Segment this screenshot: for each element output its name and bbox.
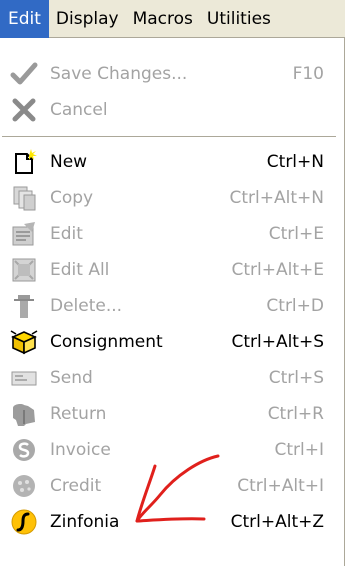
menu-item-shortcut: Ctrl+Alt+E [231,260,325,280]
menu-item-return[interactable]: Return Ctrl+R [0,396,338,432]
menu-item-shortcut: Ctrl+R [267,404,324,424]
menu-item-save-changes[interactable]: Save Changes... F10 [0,56,338,92]
menubar-edit[interactable]: Edit [0,0,49,38]
consignment-box-icon [10,328,38,356]
menu-item-delete[interactable]: Delete... Ctrl+D [0,288,338,324]
menu-item-label: Credit [50,476,102,496]
menu-item-shortcut: Ctrl+Alt+I [237,476,324,496]
menu-separator [2,136,336,138]
menu-item-label: Zinfonia [50,512,120,532]
menu-item-label: Copy [50,188,94,208]
menu-item-shortcut: Ctrl+Alt+N [229,188,324,208]
menu-item-label: Edit All [50,260,110,280]
menu-item-new[interactable]: New Ctrl+N [0,144,338,180]
menu-item-copy[interactable]: Copy Ctrl+Alt+N [0,180,338,216]
menu-item-shortcut: Ctrl+D [266,296,324,316]
menu-item-label: Edit [50,224,83,244]
menu-item-label: Delete... [50,296,123,316]
menu-item-credit[interactable]: Credit Ctrl+Alt+I [0,468,338,504]
credit-icon [10,472,38,500]
menu-item-shortcut: Ctrl+S [268,368,324,388]
menu-item-label: Save Changes... [50,64,188,84]
copy-icon [10,184,38,212]
menu-item-edit[interactable]: Edit Ctrl+E [0,216,338,252]
checkmark-icon [10,60,38,88]
edit-icon [10,220,38,248]
menu-item-consignment[interactable]: Consignment Ctrl+Alt+S [0,324,338,360]
menu-item-send[interactable]: Send Ctrl+S [0,360,338,396]
return-icon [10,400,38,428]
invoice-icon [10,436,38,464]
menu-item-invoice[interactable]: Invoice Ctrl+I [0,432,338,468]
menu-item-shortcut: Ctrl+Alt+S [231,332,324,352]
menu-item-label: Invoice [50,440,111,460]
menu-item-shortcut: Ctrl+I [274,440,324,460]
edit-all-icon [10,256,38,284]
menu-item-shortcut: Ctrl+N [266,152,324,172]
menu-item-shortcut: Ctrl+E [268,224,324,244]
menubar-macros[interactable]: Macros [126,0,200,38]
menu-item-shortcut: Ctrl+Alt+Z [230,512,324,532]
menu-item-zinfonia[interactable]: Zinfonia Ctrl+Alt+Z [0,504,338,540]
menu-item-label: Cancel [50,100,108,120]
new-document-icon [10,148,38,176]
delete-icon [10,292,38,320]
x-icon [10,96,38,124]
menu-item-label: Consignment [50,332,163,352]
zinfonia-icon [10,508,38,536]
menu-item-label: New [50,152,88,172]
menu-item-label: Return [50,404,107,424]
menubar-utilities[interactable]: Utilities [200,0,278,38]
send-icon [10,364,38,392]
edit-menu-dropdown: Save Changes... F10 Cancel New Ctrl+N Co… [0,38,345,566]
menubar-display[interactable]: Display [49,0,126,38]
menu-bar: Edit Display Macros Utilities [0,0,345,38]
menu-item-label: Send [50,368,93,388]
menu-item-cancel[interactable]: Cancel [0,92,338,128]
menu-item-edit-all[interactable]: Edit All Ctrl+Alt+E [0,252,338,288]
menu-item-shortcut: F10 [292,64,324,84]
